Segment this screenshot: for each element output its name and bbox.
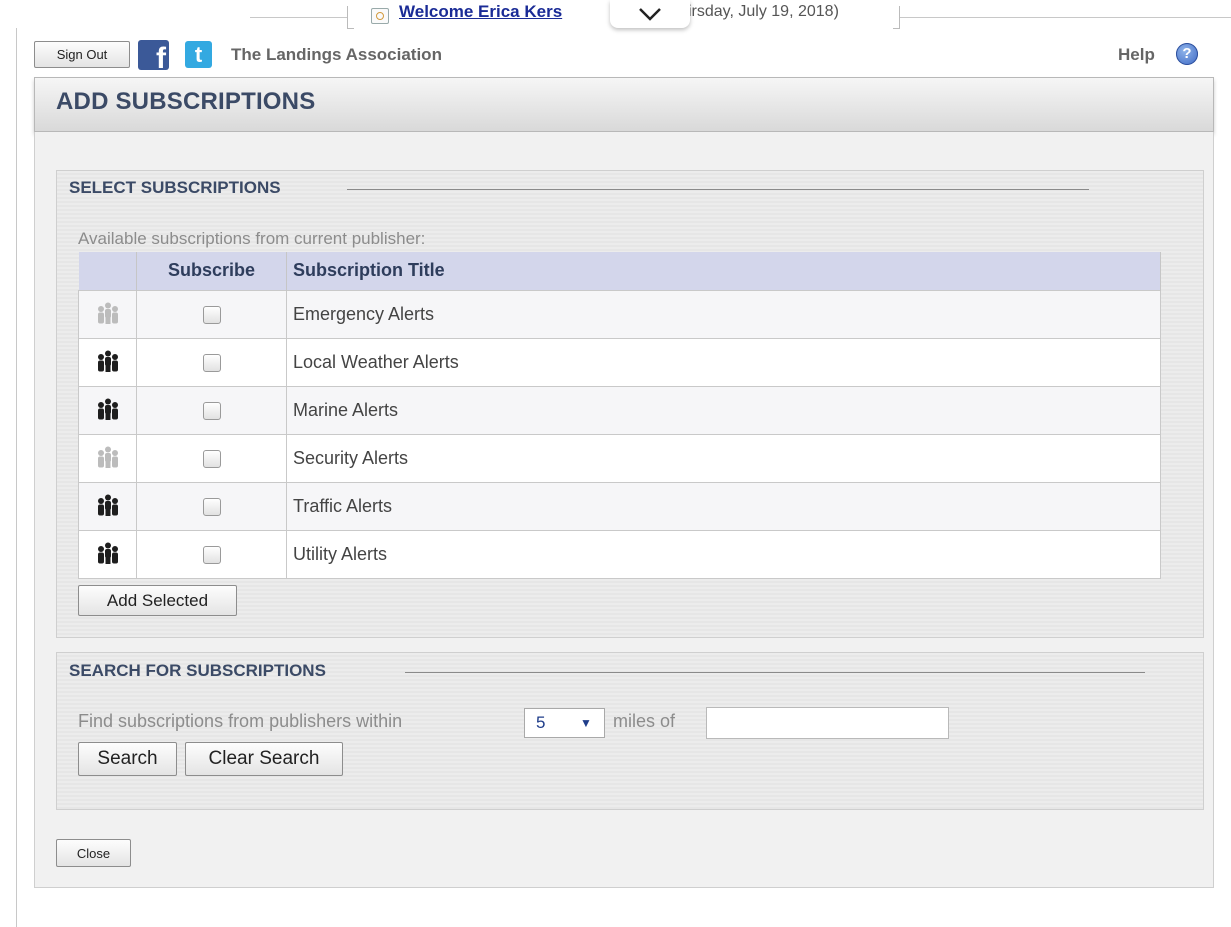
row-subscribe-cell [136,529,287,579]
chevron-down-icon [639,8,661,21]
subscriptions-table-body: Emergency Alerts Local Weather Alerts Mari… [78,289,1161,579]
subscription-title: Traffic Alerts [293,495,393,516]
group-icon [97,398,118,420]
table-row: Utility Alerts [78,529,1161,579]
row-icon-cell[interactable] [78,385,137,435]
search-button[interactable]: Search [78,742,177,776]
row-subscribe-cell [136,337,287,387]
twitter-icon[interactable]: t [185,41,212,68]
miles-of-label: miles of [613,711,676,731]
group-icon [97,542,118,564]
row-subscribe-cell [136,289,287,339]
column-header-icon [78,252,137,290]
subscription-title: Marine Alerts [293,399,399,420]
close-button[interactable]: Close [56,839,131,867]
subscribe-checkbox[interactable] [202,401,221,420]
subscription-title: Emergency Alerts [293,303,435,324]
organization-name: The Landings Association [231,45,442,64]
subscription-title: Utility Alerts [293,543,388,564]
search-caption: Find subscriptions from publishers withi… [78,711,403,731]
subscribe-checkbox[interactable] [202,497,221,516]
welcome-divider-right [900,17,1231,18]
collapse-toggle[interactable] [610,0,690,28]
table-row: Traffic Alerts [78,481,1161,531]
row-title-cell: Traffic Alerts [286,481,1161,531]
legend-rule [347,189,1089,190]
row-subscribe-cell [136,433,287,483]
add-selected-button[interactable]: Add Selected [78,585,237,616]
welcome-divider-left [250,17,348,18]
welcome-bracket-right [893,6,900,29]
row-title-cell: Utility Alerts [286,529,1161,579]
subscribe-checkbox[interactable] [202,449,221,468]
subscribe-checkbox[interactable] [202,305,221,324]
table-row: Marine Alerts [78,385,1161,435]
help-link[interactable]: Help [1118,45,1155,65]
search-subscriptions-legend: SEARCH FOR SUBSCRIPTIONS [69,661,326,680]
table-row: Security Alerts [78,433,1161,483]
table-row: Emergency Alerts [78,289,1161,339]
group-icon [97,302,118,324]
group-icon [97,350,118,372]
table-row: Local Weather Alerts [78,337,1161,387]
row-title-cell: Security Alerts [286,433,1161,483]
column-header-subscribe: Subscribe [136,252,287,290]
row-icon-cell[interactable] [78,481,137,531]
row-title-cell: Local Weather Alerts [286,337,1161,387]
welcome-user-link[interactable]: Welcome Erica Kers [399,2,562,22]
left-border-rule [16,28,17,927]
clear-search-button[interactable]: Clear Search [185,742,343,776]
contact-card-icon[interactable] [371,8,389,24]
select-subscriptions-legend: SELECT SUBSCRIPTIONS [69,178,281,197]
subscribe-checkbox[interactable] [202,353,221,372]
facebook-icon[interactable]: f [138,40,169,70]
location-input[interactable] [706,707,949,739]
sign-out-button[interactable]: Sign Out [34,41,130,68]
row-title-cell: Emergency Alerts [286,289,1161,339]
legend-rule [405,672,1145,673]
subscription-title: Local Weather Alerts [293,351,459,372]
subscriptions-table: Subscribe Subscription Title Emergency A… [78,252,1161,579]
help-icon[interactable]: ? [1176,43,1198,65]
row-icon-cell[interactable] [78,337,137,387]
column-header-title: Subscription Title [286,252,1161,290]
page-title: ADD SUBSCRIPTIONS [56,88,316,115]
dropdown-arrow-icon: ▼ [580,716,592,730]
group-icon [97,446,118,468]
facebook-glyph: f [156,42,166,70]
row-icon-cell[interactable] [78,433,137,483]
welcome-date: irsday, July 19, 2018) [688,3,839,20]
row-subscribe-cell [136,481,287,531]
row-icon-cell[interactable] [78,529,137,579]
miles-select[interactable]: 5 ▼ [524,708,605,738]
table-header-row: Subscribe Subscription Title [78,252,1161,290]
row-title-cell: Marine Alerts [286,385,1161,435]
row-icon-cell[interactable] [78,289,137,339]
miles-select-value: 5 [536,713,546,732]
subscribe-checkbox[interactable] [202,545,221,564]
row-subscribe-cell [136,385,287,435]
subscription-title: Security Alerts [293,447,409,468]
available-subscriptions-caption: Available subscriptions from current pub… [78,229,426,248]
group-icon [97,494,118,516]
welcome-bracket-left [347,6,354,29]
